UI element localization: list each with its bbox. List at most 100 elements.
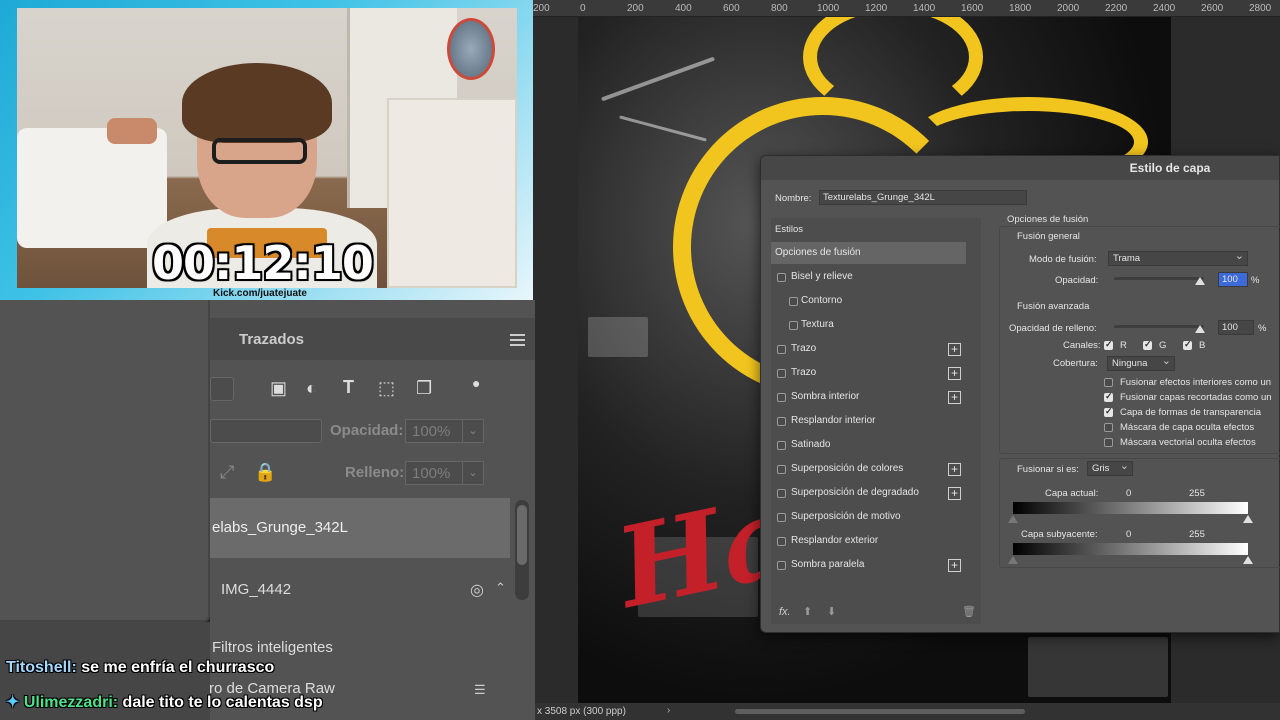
grunge-texture	[619, 115, 707, 142]
style-item-gradient-overlay[interactable]: Superposición de degradado +	[771, 482, 966, 504]
add-style-button[interactable]: +	[948, 463, 961, 476]
style-checkbox[interactable]	[777, 417, 786, 426]
opacity-slider-thumb[interactable]	[1195, 277, 1205, 285]
style-checkbox[interactable]	[777, 537, 786, 546]
style-checkbox[interactable]	[777, 369, 786, 378]
layer-row-grunge[interactable]: elabs_Grunge_342L	[210, 498, 510, 558]
style-item-color-overlay[interactable]: Superposición de colores +	[771, 458, 966, 480]
blend-mode-select[interactable]: Trama	[1108, 249, 1248, 266]
style-item-inner-shadow[interactable]: Sombra interior +	[771, 386, 966, 408]
fill-opacity-slider[interactable]	[1114, 325, 1204, 328]
filter-toggle-icon[interactable]: ●	[472, 375, 480, 391]
style-item-satin[interactable]: Satinado	[771, 434, 966, 456]
style-item-inner-glow[interactable]: Resplandor interior	[771, 410, 966, 432]
smart-object-filter-icon[interactable]: ❐	[416, 378, 432, 399]
opacity-field[interactable]: 100	[1218, 272, 1248, 287]
current-layer-white-point[interactable]	[1243, 515, 1253, 523]
style-item-bevel[interactable]: Bisel y relieve	[771, 266, 966, 288]
check-blend-clipped-layers[interactable]	[1104, 391, 1113, 402]
lock-icon[interactable]: 🔒	[254, 462, 276, 483]
stream-url: Kick.com/juatejuate	[213, 288, 307, 299]
blend-if-label: Fusionar si es:	[1017, 464, 1079, 475]
style-checkbox[interactable]	[789, 321, 798, 330]
trash-icon[interactable]: 🗑	[962, 605, 976, 618]
chevron-down-icon[interactable]: ⌄	[462, 419, 484, 443]
underlying-layer-label: Capa subyacente:	[1021, 529, 1098, 540]
style-checkbox[interactable]	[777, 393, 786, 402]
lock-position-icon[interactable]: ⤢	[220, 462, 234, 483]
underlying-layer-white-point[interactable]	[1243, 556, 1253, 564]
panel-menu-icon[interactable]	[510, 334, 525, 346]
style-checkbox[interactable]	[777, 465, 786, 474]
add-style-button[interactable]: +	[948, 343, 961, 356]
general-blending-title: Fusión general	[1017, 231, 1080, 242]
filter-kind-dropdown[interactable]	[210, 377, 234, 401]
style-item-contour[interactable]: Contorno	[771, 290, 966, 312]
style-checkbox[interactable]	[777, 561, 786, 570]
add-style-button[interactable]: +	[948, 559, 961, 572]
style-item-label: Resplandor interior	[791, 415, 876, 426]
channel-r-checkbox[interactable]	[1104, 339, 1113, 350]
horizontal-ruler: 200 0 200 400 600 800 1000 1200 1400 160…	[533, 0, 1280, 17]
style-item-drop-shadow[interactable]: Sombra paralela +	[771, 554, 966, 576]
style-checkbox[interactable]	[777, 513, 786, 522]
fx-icon[interactable]: fx.	[779, 606, 791, 618]
check-vector-mask-hides[interactable]	[1104, 438, 1113, 447]
knockout-select[interactable]: Ninguna	[1107, 354, 1175, 371]
style-checkbox[interactable]	[777, 345, 786, 354]
adjustment-filter-icon[interactable]: ◐	[306, 378, 317, 399]
check-layer-mask-hides[interactable]	[1104, 423, 1113, 432]
style-checkbox[interactable]	[777, 273, 786, 282]
chevron-right-icon[interactable]: ›	[667, 705, 670, 716]
opacity-field[interactable]: 100%	[405, 419, 465, 443]
fill-field[interactable]: 100%	[405, 461, 465, 485]
check-transparency-shapes[interactable]	[1104, 406, 1113, 417]
style-item-stroke[interactable]: Trazo +	[771, 362, 966, 384]
styles-header[interactable]: Estilos	[775, 224, 803, 235]
type-filter-icon[interactable]: T	[343, 377, 354, 398]
layer-row-img[interactable]: IMG_4442 ◎ ⌃	[210, 572, 510, 608]
chevron-up-icon[interactable]: ⌃	[495, 580, 506, 596]
style-item-label: Opciones de fusión	[775, 247, 861, 258]
add-style-button[interactable]: +	[948, 367, 961, 380]
layer-name: Filtros inteligentes	[212, 639, 333, 656]
style-item-stroke[interactable]: Trazo +	[771, 338, 966, 360]
current-layer-label: Capa actual:	[1045, 488, 1099, 499]
arrow-up-icon[interactable]: ⬆	[803, 605, 812, 618]
channel-b-checkbox[interactable]	[1183, 339, 1192, 350]
grunge-texture	[1028, 637, 1168, 697]
fill-opacity-field[interactable]: 100	[1218, 320, 1254, 335]
current-layer-black-point[interactable]	[1008, 515, 1018, 523]
check-blend-interior-effects[interactable]	[1104, 378, 1113, 387]
ruler-label: 0	[580, 3, 586, 14]
style-item-pattern-overlay[interactable]: Superposición de motivo	[771, 506, 966, 528]
style-checkbox[interactable]	[789, 297, 798, 306]
style-checkbox[interactable]	[777, 489, 786, 498]
style-checkbox[interactable]	[777, 441, 786, 450]
style-item-label: Superposición de colores	[791, 463, 904, 474]
add-style-button[interactable]: +	[948, 487, 961, 500]
style-item-texture[interactable]: Textura	[771, 314, 966, 336]
opacity-slider[interactable]	[1114, 277, 1204, 280]
name-field[interactable]: Texturelabs_Grunge_342L	[819, 190, 1027, 205]
underlying-layer-black-point[interactable]	[1008, 556, 1018, 564]
style-item-blending-options[interactable]: Opciones de fusión	[771, 242, 966, 264]
channel-g-checkbox[interactable]	[1143, 339, 1152, 350]
add-style-button[interactable]: +	[948, 391, 961, 404]
style-item-outer-glow[interactable]: Resplandor exterior	[771, 530, 966, 552]
layer-name: IMG_4442	[221, 581, 292, 598]
tab-paths[interactable]: Trazados	[239, 331, 304, 348]
style-item-label: Satinado	[791, 439, 831, 450]
layers-scrollthumb[interactable]	[517, 505, 527, 565]
image-filter-icon[interactable]: ▣	[270, 378, 287, 399]
blend-if-select[interactable]: Gris	[1087, 459, 1133, 476]
fill-opacity-slider-thumb[interactable]	[1195, 325, 1205, 333]
blend-mode-label: Modo de fusión:	[1029, 254, 1097, 265]
style-item-label: Trazo	[791, 367, 817, 378]
shape-filter-icon[interactable]: ⬚	[378, 378, 395, 399]
chevron-down-icon[interactable]: ⌄	[462, 461, 484, 485]
blend-mode-dropdown[interactable]	[210, 419, 322, 443]
horizontal-scrollbar[interactable]	[735, 709, 1025, 714]
arrow-down-icon[interactable]: ⬇	[827, 605, 836, 618]
filter-options-icon[interactable]: ☰	[474, 682, 486, 698]
